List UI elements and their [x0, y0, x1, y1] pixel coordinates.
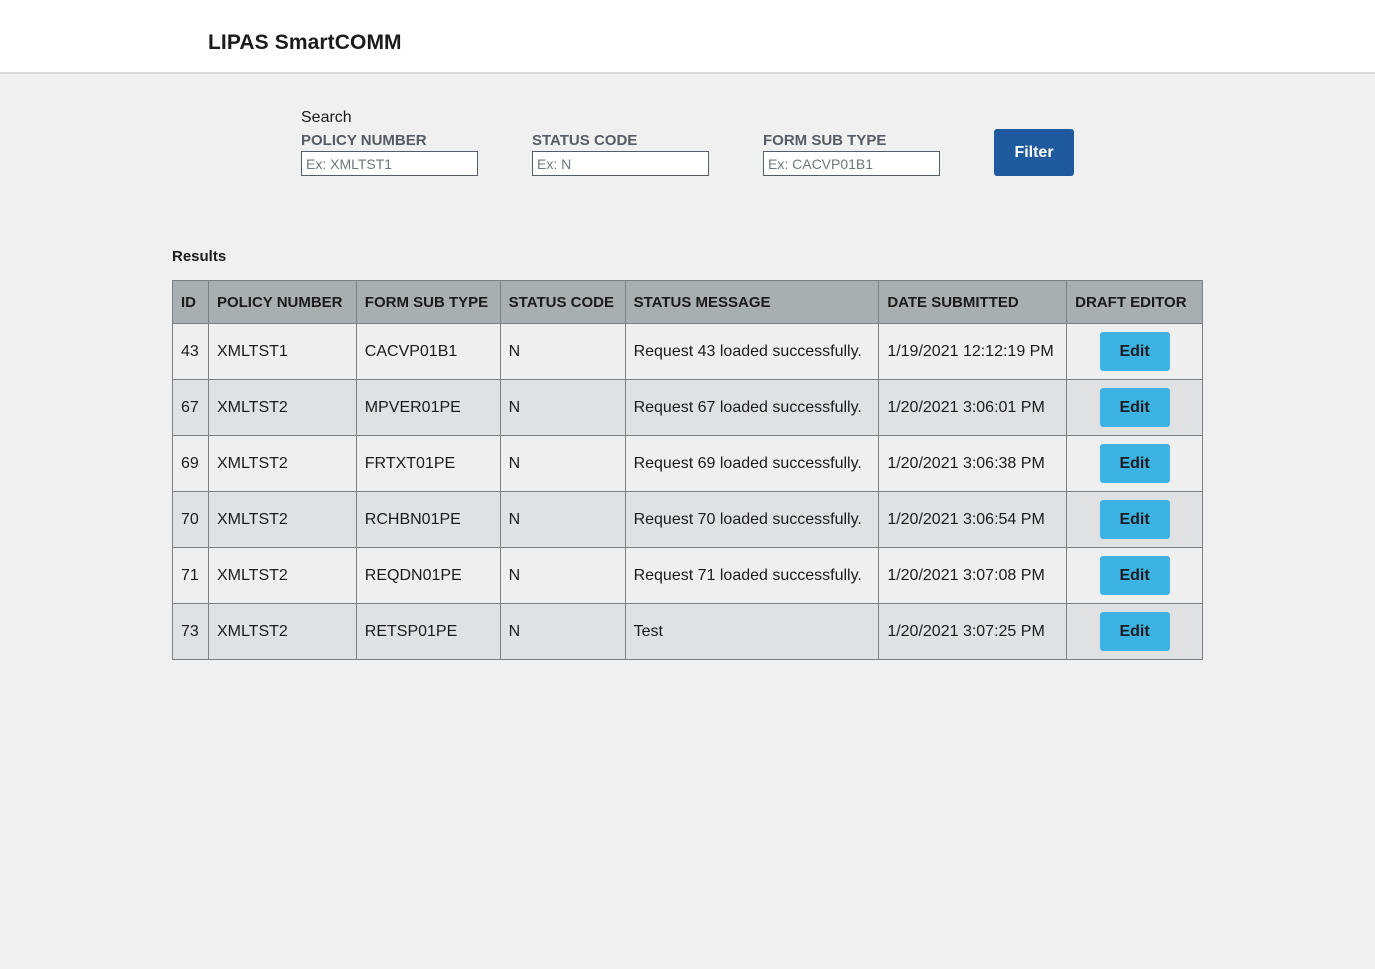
cell-date-submitted: 1/20/2021 3:06:38 PM: [878, 435, 1068, 492]
edit-button[interactable]: Edit: [1099, 388, 1170, 427]
cell-draft-editor: Edit: [1066, 547, 1203, 604]
cell-draft-editor: Edit: [1066, 435, 1203, 492]
column-header-policy-number[interactable]: POLICY NUMBER: [207, 280, 357, 324]
form-sub-type-input[interactable]: [763, 151, 940, 176]
table-row: 71 XMLTST2 REQDN01PE N Request 71 loaded…: [172, 547, 1203, 604]
results-table: ID POLICY NUMBER FORM SUB TYPE STATUS CO…: [172, 280, 1203, 660]
cell-form-sub-type: FRTXT01PE: [355, 435, 501, 492]
cell-id: 71: [172, 547, 209, 604]
cell-draft-editor: Edit: [1066, 603, 1203, 660]
cell-status-message: Request 70 loaded successfully.: [624, 491, 880, 548]
cell-form-sub-type: CACVP01B1: [355, 323, 501, 380]
search-label: Search: [301, 109, 352, 126]
cell-id: 70: [172, 491, 209, 548]
filter-button[interactable]: Filter: [994, 129, 1074, 176]
edit-button[interactable]: Edit: [1099, 500, 1170, 539]
cell-status-message: Test: [624, 603, 880, 660]
cell-form-sub-type: RETSP01PE: [355, 603, 501, 660]
cell-status-message: Request 69 loaded successfully.: [624, 435, 880, 492]
edit-button[interactable]: Edit: [1099, 612, 1170, 651]
form-sub-type-field: FORM SUB TYPE: [763, 131, 940, 176]
table-row: 69 XMLTST2 FRTXT01PE N Request 69 loaded…: [172, 435, 1203, 492]
edit-button[interactable]: Edit: [1099, 332, 1170, 371]
edit-button[interactable]: Edit: [1099, 444, 1170, 483]
cell-date-submitted: 1/20/2021 3:07:25 PM: [878, 603, 1068, 660]
table-header-row: ID POLICY NUMBER FORM SUB TYPE STATUS CO…: [172, 280, 1203, 324]
cell-form-sub-type: REQDN01PE: [355, 547, 501, 604]
edit-button[interactable]: Edit: [1099, 556, 1170, 595]
cell-status-code: N: [499, 603, 626, 660]
policy-number-field: POLICY NUMBER: [301, 131, 478, 176]
cell-id: 69: [172, 435, 209, 492]
cell-status-message: Request 71 loaded successfully.: [624, 547, 880, 604]
cell-draft-editor: Edit: [1066, 323, 1203, 380]
cell-date-submitted: 1/20/2021 3:06:54 PM: [878, 491, 1068, 548]
cell-status-code: N: [499, 491, 626, 548]
cell-policy-number: XMLTST2: [207, 491, 357, 548]
app-header: LIPAS SmartCOMM: [0, 0, 1375, 74]
cell-policy-number: XMLTST2: [207, 379, 357, 436]
table-row: 73 XMLTST2 RETSP01PE N Test 1/20/2021 3:…: [172, 603, 1203, 660]
cell-id: 67: [172, 379, 209, 436]
status-code-label: STATUS CODE: [532, 132, 638, 149]
results-label: Results: [172, 248, 227, 265]
cell-policy-number: XMLTST2: [207, 603, 357, 660]
column-header-draft-editor[interactable]: DRAFT EDITOR: [1066, 280, 1203, 324]
cell-status-code: N: [499, 435, 626, 492]
status-code-input[interactable]: [532, 151, 709, 176]
cell-id: 73: [172, 603, 209, 660]
column-header-date-submitted[interactable]: DATE SUBMITTED: [878, 280, 1068, 324]
cell-date-submitted: 1/20/2021 3:06:01 PM: [878, 379, 1068, 436]
cell-draft-editor: Edit: [1066, 379, 1203, 436]
cell-form-sub-type: RCHBN01PE: [355, 491, 501, 548]
column-header-form-sub-type[interactable]: FORM SUB TYPE: [355, 280, 501, 324]
cell-status-message: Request 67 loaded successfully.: [624, 379, 880, 436]
table-row: 67 XMLTST2 MPVER01PE N Request 67 loaded…: [172, 379, 1203, 436]
cell-id: 43: [172, 323, 209, 380]
cell-form-sub-type: MPVER01PE: [355, 379, 501, 436]
app-title: LIPAS SmartCOMM: [208, 31, 402, 54]
policy-number-input[interactable]: [301, 151, 478, 176]
cell-draft-editor: Edit: [1066, 491, 1203, 548]
table-row: 70 XMLTST2 RCHBN01PE N Request 70 loaded…: [172, 491, 1203, 548]
cell-date-submitted: 1/19/2021 12:12:19 PM: [878, 323, 1068, 380]
cell-status-message: Request 43 loaded successfully.: [624, 323, 880, 380]
status-code-field: STATUS CODE: [532, 131, 709, 176]
table-row: 43 XMLTST1 CACVP01B1 N Request 43 loaded…: [172, 323, 1203, 380]
cell-status-code: N: [499, 379, 626, 436]
cell-policy-number: XMLTST2: [207, 435, 357, 492]
cell-status-code: N: [499, 323, 626, 380]
column-header-status-message[interactable]: STATUS MESSAGE: [624, 280, 880, 324]
cell-policy-number: XMLTST2: [207, 547, 357, 604]
cell-status-code: N: [499, 547, 626, 604]
policy-number-label: POLICY NUMBER: [301, 132, 427, 149]
cell-policy-number: XMLTST1: [207, 323, 357, 380]
column-header-status-code[interactable]: STATUS CODE: [499, 280, 626, 324]
form-sub-type-label: FORM SUB TYPE: [763, 132, 887, 149]
column-header-id[interactable]: ID: [172, 280, 209, 324]
cell-date-submitted: 1/20/2021 3:07:08 PM: [878, 547, 1068, 604]
